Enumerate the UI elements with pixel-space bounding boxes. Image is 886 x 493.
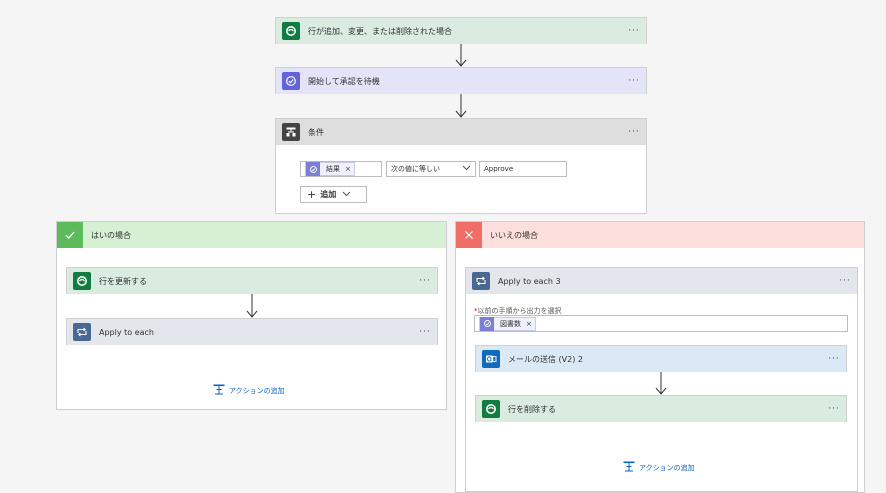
delete-row-card[interactable]: 行を削除する ··· (475, 395, 847, 422)
apply-each3-header[interactable]: Apply to each 3 ··· (466, 268, 857, 294)
dataverse-icon (482, 400, 500, 418)
chevron-down-icon (342, 190, 351, 199)
token-remove-button[interactable]: × (526, 320, 532, 328)
no-add-action-link[interactable]: アクションの追加 (623, 461, 695, 474)
connector-arrow (455, 94, 467, 118)
update-row-card[interactable]: 行を更新する ··· (66, 267, 438, 294)
apply-each-card[interactable]: Apply to each ··· (66, 318, 438, 345)
approval-menu-button[interactable]: ··· (622, 76, 646, 86)
condition-right-operand[interactable]: Approve (479, 161, 567, 177)
apply-each-menu-button[interactable]: ··· (413, 327, 437, 337)
condition-title: 条件 (308, 127, 324, 137)
yes-add-action-label: アクションの追加 (229, 386, 285, 395)
token-book-count[interactable]: 図書数 × (479, 316, 536, 331)
trigger-card[interactable]: 行が追加、変更、または削除された場合 ··· (275, 17, 647, 44)
condition-add-button[interactable]: + 追加 (300, 186, 367, 203)
yes-branch-title: はいの場合 (91, 230, 131, 240)
approval-token-icon (480, 316, 494, 331)
apply-each3-menu-button[interactable]: ··· (833, 276, 857, 286)
token-remove-button[interactable]: × (345, 165, 351, 173)
trigger-title: 行が追加、変更、または削除された場合 (308, 26, 452, 36)
update-row-header[interactable]: 行を更新する ··· (67, 268, 437, 294)
condition-icon (282, 123, 300, 141)
no-branch: いいえの場合 Apply to each 3 ··· *以前の手順から出力を選択… (455, 221, 865, 493)
delete-row-header[interactable]: 行を削除する ··· (476, 396, 846, 422)
token-result[interactable]: 結果 × (305, 162, 355, 176)
connector-arrow (655, 372, 667, 395)
condition-card[interactable]: 条件 ··· 結果 × 次の値に等しい Approve + 追加 (275, 118, 647, 214)
condition-left-operand[interactable]: 結果 × (300, 161, 382, 177)
dataverse-icon (282, 22, 300, 40)
delete-row-title: 行を削除する (508, 404, 556, 414)
select-output-text: 以前の手順から出力を選択 (477, 307, 562, 315)
close-icon (456, 222, 482, 248)
add-action-icon (213, 384, 225, 397)
yes-branch-header[interactable]: はいの場合 (57, 222, 446, 248)
condition-operator-select[interactable]: 次の値に等しい (386, 161, 476, 177)
approval-header[interactable]: 開始して承認を待機 ··· (276, 68, 646, 94)
select-output-input[interactable]: 図書数 × (474, 315, 848, 332)
dataverse-icon (73, 272, 91, 290)
approval-icon (282, 72, 300, 90)
connector-arrow (246, 294, 258, 318)
condition-header[interactable]: 条件 ··· (276, 119, 646, 145)
apply-each3-title: Apply to each 3 (498, 276, 561, 286)
trigger-menu-button[interactable]: ··· (622, 26, 646, 36)
no-add-action-label: アクションの追加 (639, 463, 695, 472)
apply-each-header[interactable]: Apply to each ··· (67, 319, 437, 345)
apply-each-title: Apply to each (99, 327, 154, 337)
send-mail-menu-button[interactable]: ··· (822, 354, 846, 364)
plus-icon: + (307, 188, 317, 201)
apply-each3-card[interactable]: Apply to each 3 ··· *以前の手順から出力を選択 図書数 × … (465, 267, 858, 492)
condition-right-value: Approve (484, 165, 514, 173)
condition-operator-value: 次の値に等しい (391, 165, 440, 173)
send-mail-title: メールの送信 (V2) 2 (508, 354, 583, 364)
chevron-down-icon (462, 165, 471, 173)
send-mail-card[interactable]: メールの送信 (V2) 2 ··· (475, 345, 847, 372)
send-mail-header[interactable]: メールの送信 (V2) 2 ··· (476, 346, 846, 372)
trigger-header[interactable]: 行が追加、変更、または削除された場合 ··· (276, 18, 646, 44)
update-row-title: 行を更新する (99, 276, 147, 286)
delete-row-menu-button[interactable]: ··· (822, 404, 846, 414)
yes-add-action-link[interactable]: アクションの追加 (213, 384, 285, 397)
no-branch-header[interactable]: いいえの場合 (456, 222, 864, 248)
approval-card[interactable]: 開始して承認を待機 ··· (275, 67, 647, 94)
check-icon (57, 222, 83, 248)
token-book-count-label: 図書数 (500, 319, 521, 328)
loop-icon (73, 323, 91, 341)
no-branch-title: いいえの場合 (490, 230, 538, 240)
approval-title: 開始して承認を待機 (308, 76, 380, 86)
yes-branch: はいの場合 行を更新する ··· Apply to each ··· アクション… (56, 221, 447, 410)
condition-add-label: 追加 (320, 190, 337, 199)
connector-arrow (455, 44, 467, 67)
loop-icon (472, 272, 490, 290)
update-row-menu-button[interactable]: ··· (413, 276, 437, 286)
approval-token-icon (306, 162, 320, 176)
add-action-icon (623, 461, 635, 474)
condition-menu-button[interactable]: ··· (622, 127, 646, 137)
token-result-label: 結果 (326, 165, 340, 173)
outlook-icon (482, 350, 500, 368)
